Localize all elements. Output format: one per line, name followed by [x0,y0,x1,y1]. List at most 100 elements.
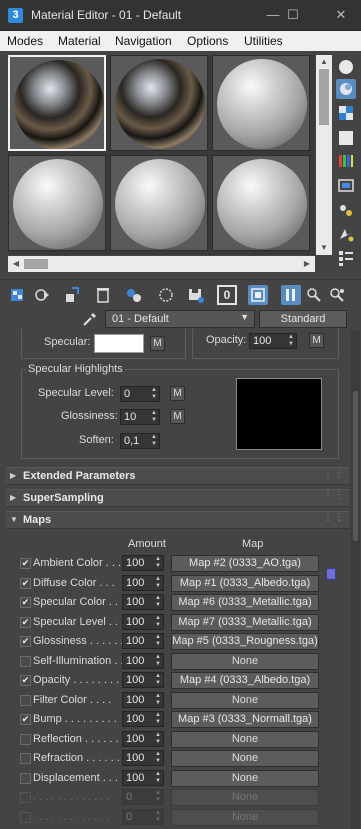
map-assign-button[interactable]: Map #6 (0333_Metallic.tga) [171,594,319,611]
make-preview-icon[interactable] [336,176,356,196]
sample-slot[interactable] [8,155,106,251]
scroll-thumb[interactable] [24,259,48,269]
sample-sphere-icon[interactable] [336,57,356,77]
map-amount-spinner[interactable]: 100 ▲ ▼ [122,574,164,591]
options-icon[interactable] [336,200,356,220]
map-enable-checkbox[interactable]: ✔ [20,675,31,686]
scroll-thumb[interactable] [319,69,329,125]
map-enable-checkbox[interactable]: ✔ [20,636,31,647]
sample-slot[interactable] [212,55,310,151]
material-id-channel-button[interactable]: 0 [217,285,237,305]
opacity-map-button[interactable]: M [309,333,324,348]
rollout-extended-parameters[interactable]: ▶ Extended Parameters ⋮⋮ [6,467,349,485]
map-enable-checkbox[interactable] [20,694,31,706]
slots-horizontal-scrollbar[interactable]: ◀ ▶ [8,256,315,272]
put-to-scene-icon[interactable] [32,285,52,305]
rollout-supersampling[interactable]: ▶ SuperSampling ⋮⋮ [6,489,349,507]
map-enable-checkbox[interactable] [20,772,31,784]
spinner-arrows-icon[interactable]: ▲ ▼ [151,387,157,401]
map-amount-spinner[interactable]: 100 ▲ ▼ [122,691,164,708]
spinner-arrows-icon[interactable]: ▲ ▼ [155,556,161,570]
map-enable-checkbox[interactable] [20,733,31,745]
map-amount-spinner[interactable]: 100 ▲ ▼ [122,652,164,669]
put-to-library-icon[interactable] [156,285,176,305]
spinner-arrows-icon[interactable]: ▲ ▼ [151,434,157,448]
specular-map-button[interactable]: M [150,336,165,351]
map-amount-spinner[interactable]: 100 ▲ ▼ [122,750,164,766]
sample-slot[interactable] [110,155,208,251]
scroll-left-icon[interactable]: ◀ [8,256,24,272]
eyedropper-icon[interactable] [82,311,98,327]
sample-slot[interactable] [110,55,208,151]
spinner-arrows-icon[interactable]: ▲ ▼ [155,634,161,648]
checker-background-icon[interactable] [336,103,356,123]
map-assign-button[interactable]: None [171,652,319,670]
map-enable-checkbox[interactable]: ✔ [20,558,31,569]
map-assign-button[interactable]: None [171,769,319,787]
material-type-button[interactable]: Standard [259,310,347,328]
soften-spinner[interactable]: 0,1 ▲ ▼ [120,433,160,449]
map-amount-spinner[interactable]: 100 ▲ ▼ [122,711,164,727]
menu-material[interactable]: Material [58,34,101,48]
minimize-icon[interactable]: — [262,5,284,25]
map-amount-spinner[interactable]: 100 ▲ ▼ [122,730,164,747]
sample-slot[interactable] [212,155,310,251]
maximize-icon[interactable]: ☐ [282,5,304,25]
map-amount-spinner[interactable]: 100 ▲ ▼ [122,633,164,649]
map-enable-checkbox[interactable] [20,655,31,667]
rollout-maps[interactable]: ▼ Maps ⋮⋮ [6,511,349,529]
spinner-arrows-icon[interactable]: ▲ ▼ [288,334,294,348]
specular-level-map-button[interactable]: M [170,386,185,401]
get-material-icon[interactable] [8,285,28,305]
make-unique-icon[interactable] [124,285,144,305]
map-assign-button[interactable]: Map #4 (0333_Albedo.tga) [171,672,319,689]
sample-uv-icon[interactable] [336,128,356,148]
go-forward-icon[interactable] [327,285,347,305]
spinner-arrows-icon[interactable]: ▲ ▼ [155,595,161,609]
glossiness-spinner[interactable]: 10 ▲ ▼ [120,409,160,425]
spinner-arrows-icon[interactable]: ▲ ▼ [155,771,161,785]
spinner-arrows-icon[interactable]: ▲ ▼ [155,576,161,590]
map-assign-button[interactable]: Map #2 (0333_AO.tga) [171,555,319,572]
sample-slot[interactable] [8,55,106,151]
spinner-arrows-icon[interactable]: ▲ ▼ [155,693,161,707]
material-navigator-icon[interactable] [336,248,356,268]
material-id-icon[interactable] [186,285,206,305]
menu-utilities[interactable]: Utilities [244,34,283,48]
menu-navigation[interactable]: Navigation [115,34,172,48]
close-icon[interactable]: ✕ [330,5,352,25]
map-assign-button[interactable]: Map #5 (0333_Rougness.tga) [171,633,319,650]
panel-scrollbar[interactable] [351,331,360,829]
menu-options[interactable]: Options [187,34,228,48]
spinner-arrows-icon[interactable]: ▲ ▼ [155,732,161,746]
lock-icon[interactable] [326,568,336,580]
map-enable-checkbox[interactable]: ✔ [20,577,31,589]
map-enable-checkbox[interactable]: ✔ [20,597,31,608]
specular-color-swatch[interactable] [94,334,144,353]
glossiness-map-button[interactable]: M [170,409,185,424]
video-color-check-icon[interactable] [336,151,356,171]
map-amount-spinner[interactable]: 100 ▲ ▼ [122,594,164,610]
map-amount-spinner[interactable]: 100 ▲ ▼ [122,555,164,571]
show-end-result-icon[interactable] [281,285,301,305]
specular-level-spinner[interactable]: 0 ▲ ▼ [120,386,160,402]
opacity-spinner[interactable]: 100 ▲ ▼ [249,333,297,349]
map-assign-button[interactable]: Map #3 (0333_Normall.tga) [171,711,319,728]
map-assign-button[interactable]: None [171,691,319,709]
spinner-arrows-icon[interactable]: ▲ ▼ [151,410,157,424]
spinner-arrows-icon[interactable]: ▲ ▼ [155,654,161,668]
slots-vertical-scrollbar[interactable]: ▲ ▼ [316,55,332,255]
menu-modes[interactable]: Modes [7,34,43,48]
map-assign-button[interactable]: None [171,730,319,748]
spinner-arrows-icon[interactable]: ▲ ▼ [155,751,161,765]
scroll-right-icon[interactable]: ▶ [299,256,315,272]
reset-map-icon[interactable] [93,285,113,305]
go-to-parent-icon[interactable] [304,285,324,305]
map-amount-spinner[interactable]: 100 ▲ ▼ [122,613,164,630]
spinner-arrows-icon[interactable]: ▲ ▼ [155,615,161,629]
backlight-icon[interactable] [336,79,356,99]
show-shaded-icon[interactable] [248,285,268,305]
map-enable-checkbox[interactable] [20,753,31,764]
assign-to-selection-icon[interactable] [62,285,82,305]
scroll-down-icon[interactable]: ▼ [316,241,332,255]
